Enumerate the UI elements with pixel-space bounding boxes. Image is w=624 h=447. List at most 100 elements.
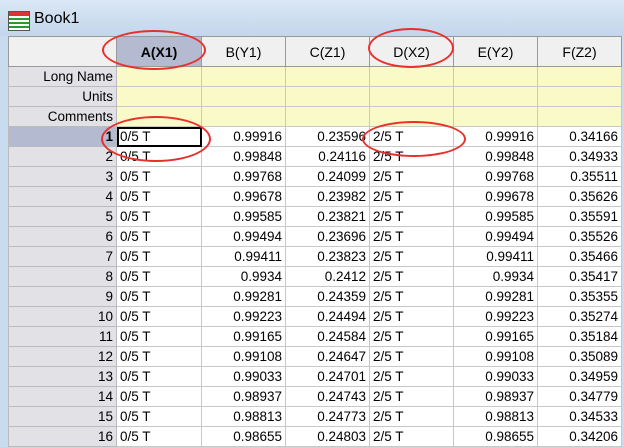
cell[interactable]: 0.99494	[201, 226, 286, 247]
cell[interactable]: 0.99223	[453, 306, 538, 327]
cell[interactable]: 0.35466	[537, 246, 622, 267]
meta-cell[interactable]	[116, 66, 202, 87]
cell[interactable]: 0.98813	[201, 406, 286, 427]
cell[interactable]: 0.98937	[453, 386, 538, 407]
cell[interactable]: 0.24647	[285, 346, 370, 367]
cell[interactable]: 0.34959	[537, 366, 622, 387]
meta-cell[interactable]	[453, 86, 538, 107]
cell[interactable]: 0.99848	[201, 146, 286, 167]
cell[interactable]: 0.99768	[201, 166, 286, 187]
cell[interactable]: 0.35184	[537, 326, 622, 347]
cell[interactable]: 0.24701	[285, 366, 370, 387]
meta-cell[interactable]	[201, 106, 286, 127]
cell[interactable]: 0/5 T	[116, 126, 202, 147]
cell[interactable]: 0.99494	[453, 226, 538, 247]
cell[interactable]: 0.35526	[537, 226, 622, 247]
cell[interactable]: 0.98813	[453, 406, 538, 427]
cell[interactable]: 0/5 T	[116, 246, 202, 267]
cell[interactable]: 0/5 T	[116, 206, 202, 227]
meta-row-label[interactable]: Long Name	[8, 66, 117, 87]
meta-cell[interactable]	[537, 86, 622, 107]
cell[interactable]: 0/5 T	[116, 366, 202, 387]
cell[interactable]: 0.34166	[537, 126, 622, 147]
meta-cell[interactable]	[116, 106, 202, 127]
cell[interactable]: 0.99033	[453, 366, 538, 387]
cell[interactable]: 0.99768	[453, 166, 538, 187]
cell[interactable]: 0.35591	[537, 206, 622, 227]
cell[interactable]: 0.99678	[201, 186, 286, 207]
cell[interactable]: 0.99585	[453, 206, 538, 227]
cell[interactable]: 0.99281	[453, 286, 538, 307]
cell[interactable]: 2/5 T	[369, 286, 454, 307]
cell[interactable]: 2/5 T	[369, 186, 454, 207]
row-header[interactable]: 6	[8, 226, 117, 247]
cell[interactable]: 0.23821	[285, 206, 370, 227]
cell[interactable]: 0/5 T	[116, 386, 202, 407]
cell[interactable]: 2/5 T	[369, 146, 454, 167]
column-header[interactable]: D(X2)	[369, 36, 454, 67]
cell[interactable]: 0.24584	[285, 326, 370, 347]
cell[interactable]: 0.34779	[537, 386, 622, 407]
row-header[interactable]: 8	[8, 266, 117, 287]
cell[interactable]: 0.34933	[537, 146, 622, 167]
meta-cell[interactable]	[537, 106, 622, 127]
cell[interactable]: 0.99165	[201, 326, 286, 347]
cell[interactable]: 0.99033	[201, 366, 286, 387]
cell[interactable]: 0/5 T	[116, 326, 202, 347]
cell[interactable]: 0.98937	[201, 386, 286, 407]
cell[interactable]: 0.35274	[537, 306, 622, 327]
cell[interactable]: 2/5 T	[369, 406, 454, 427]
cell[interactable]: 0.34206	[537, 426, 622, 447]
worksheet-grid[interactable]: A(X1) B(Y1) C(Z1) D(X2) E(Y2) F(Z2) Long Name…	[8, 36, 622, 447]
cell[interactable]: 0.99411	[201, 246, 286, 267]
meta-cell[interactable]	[369, 86, 454, 107]
cell[interactable]: 0.99411	[453, 246, 538, 267]
cell[interactable]: 2/5 T	[369, 246, 454, 267]
meta-cell[interactable]	[285, 86, 370, 107]
cell[interactable]: 0.99916	[201, 126, 286, 147]
cell[interactable]: 0.99585	[201, 206, 286, 227]
row-header[interactable]: 11	[8, 326, 117, 347]
cell[interactable]: 0.35626	[537, 186, 622, 207]
cell[interactable]: 0/5 T	[116, 186, 202, 207]
cell[interactable]: 0.99165	[453, 326, 538, 347]
meta-cell[interactable]	[201, 66, 286, 87]
cell[interactable]: 0.98655	[453, 426, 538, 447]
cell[interactable]: 0.2412	[285, 266, 370, 287]
cell[interactable]: 0.99108	[201, 346, 286, 367]
column-header[interactable]: C(Z1)	[285, 36, 370, 67]
cell[interactable]: 0.99848	[453, 146, 538, 167]
cell[interactable]: 0.23982	[285, 186, 370, 207]
meta-cell[interactable]	[369, 106, 454, 127]
cell[interactable]: 0.23696	[285, 226, 370, 247]
cell[interactable]: 0.9934	[453, 266, 538, 287]
cell[interactable]: 0.35089	[537, 346, 622, 367]
meta-cell[interactable]	[453, 66, 538, 87]
column-header[interactable]: A(X1)	[116, 36, 202, 67]
cell[interactable]: 0.23596	[285, 126, 370, 147]
row-header[interactable]: 4	[8, 186, 117, 207]
cell[interactable]: 0/5 T	[116, 166, 202, 187]
cell[interactable]: 0.99281	[201, 286, 286, 307]
cell[interactable]: 2/5 T	[369, 346, 454, 367]
row-header[interactable]: 13	[8, 366, 117, 387]
cell[interactable]: 0/5 T	[116, 346, 202, 367]
meta-cell[interactable]	[453, 106, 538, 127]
row-header[interactable]: 15	[8, 406, 117, 427]
meta-cell[interactable]	[201, 86, 286, 107]
row-header[interactable]: 10	[8, 306, 117, 327]
row-header[interactable]: 5	[8, 206, 117, 227]
cell[interactable]: 2/5 T	[369, 326, 454, 347]
row-header[interactable]: 16	[8, 426, 117, 447]
column-header[interactable]: E(Y2)	[453, 36, 538, 67]
cell[interactable]: 0.9934	[201, 266, 286, 287]
cell[interactable]: 0.99223	[201, 306, 286, 327]
cell[interactable]: 2/5 T	[369, 386, 454, 407]
cell[interactable]: 0/5 T	[116, 226, 202, 247]
cell[interactable]: 2/5 T	[369, 366, 454, 387]
meta-cell[interactable]	[285, 66, 370, 87]
cell[interactable]: 2/5 T	[369, 166, 454, 187]
cell[interactable]: 0.23823	[285, 246, 370, 267]
cell[interactable]: 0/5 T	[116, 426, 202, 447]
cell[interactable]: 0.24803	[285, 426, 370, 447]
